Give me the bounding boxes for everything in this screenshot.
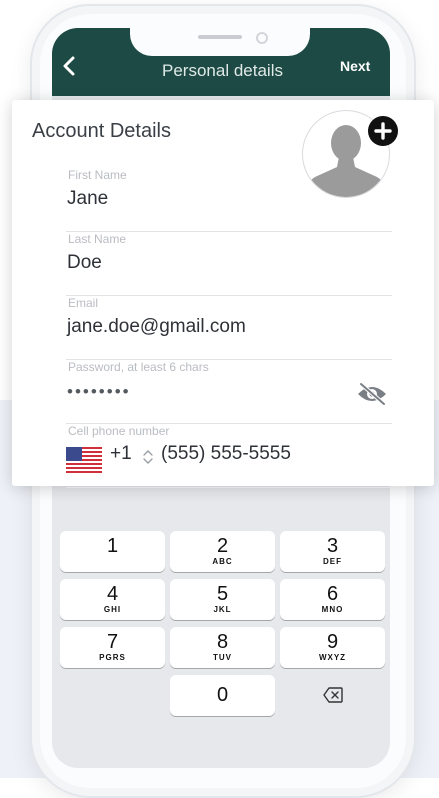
password-field[interactable]: Password, at least 6 chars •••••••• — [66, 360, 392, 424]
phone-input[interactable]: (555) 555-5555 — [161, 443, 291, 465]
email-input[interactable]: jane.doe@gmail.com — [67, 316, 246, 338]
key-letters: TUV — [213, 653, 232, 662]
key-letters: MNO — [321, 605, 344, 614]
us-flag-icon[interactable] — [66, 447, 102, 478]
first-name-field[interactable]: First Name Jane — [66, 168, 392, 232]
key-letters: GHI — [103, 605, 122, 614]
card-title: Account Details — [32, 120, 171, 142]
plus-icon — [374, 122, 392, 140]
speaker-grille — [198, 35, 242, 39]
email-label: Email — [68, 296, 99, 310]
key-number: 8 — [216, 631, 229, 653]
keypad-key-6[interactable]: 6 MNO — [280, 579, 385, 620]
key-letters: JKL — [213, 605, 232, 614]
key-number: 3 — [326, 535, 339, 557]
keypad-key-1[interactable]: 1 — [60, 531, 165, 572]
password-input[interactable]: •••••••• — [67, 382, 131, 402]
key-number: 7 — [106, 631, 119, 653]
key-letters: DEF — [323, 557, 342, 566]
account-details-card: Account Details First Name Jane Last Nam… — [12, 100, 434, 488]
chevron-left-icon[interactable] — [62, 56, 76, 81]
email-field[interactable]: Email jane.doe@gmail.com — [66, 296, 392, 360]
eye-off-icon[interactable] — [356, 382, 388, 411]
key-number: 1 — [106, 535, 119, 557]
keypad-key-4[interactable]: 4 GHI — [60, 579, 165, 620]
last-name-input[interactable]: Doe — [67, 252, 102, 274]
keypad-key-0[interactable]: 0 — [170, 675, 275, 716]
keypad-key-9[interactable]: 9 WXYZ — [280, 627, 385, 668]
country-code[interactable]: +1 — [110, 443, 132, 465]
keypad-key-8[interactable]: 8 TUV — [170, 627, 275, 668]
first-name-input[interactable]: Jane — [67, 188, 108, 210]
password-label: Password, at least 6 chars — [68, 360, 209, 374]
page-title: Personal details — [162, 61, 283, 80]
key-letters: ABC — [212, 557, 233, 566]
key-number: 0 — [216, 684, 229, 706]
keypad-key-3[interactable]: 3 DEF — [280, 531, 385, 572]
key-number: 6 — [326, 583, 339, 605]
key-number: 2 — [216, 535, 229, 557]
add-photo-button[interactable] — [368, 116, 398, 146]
keypad-key-5[interactable]: 5 JKL — [170, 579, 275, 620]
key-letters: WXYZ — [318, 653, 347, 662]
keypad-key-7[interactable]: 7 PGRS — [60, 627, 165, 668]
key-number: 5 — [216, 583, 229, 605]
key-number: 9 — [326, 631, 339, 653]
backspace-icon — [323, 687, 343, 708]
first-name-label: First Name — [68, 168, 127, 182]
last-name-field[interactable]: Last Name Doe — [66, 232, 392, 296]
key-letters: PGRS — [99, 653, 126, 662]
keypad-key-2[interactable]: 2 ABC — [170, 531, 275, 572]
front-camera — [256, 32, 268, 44]
next-button[interactable]: Next — [340, 58, 370, 74]
phone-label: Cell phone number — [68, 424, 170, 438]
phone-field[interactable]: Cell phone number +1 (555) 555-5555 — [66, 424, 392, 488]
up-down-chevron-icon[interactable] — [141, 447, 155, 472]
key-number: 4 — [106, 583, 119, 605]
backspace-key[interactable] — [280, 675, 385, 716]
last-name-label: Last Name — [68, 232, 127, 246]
